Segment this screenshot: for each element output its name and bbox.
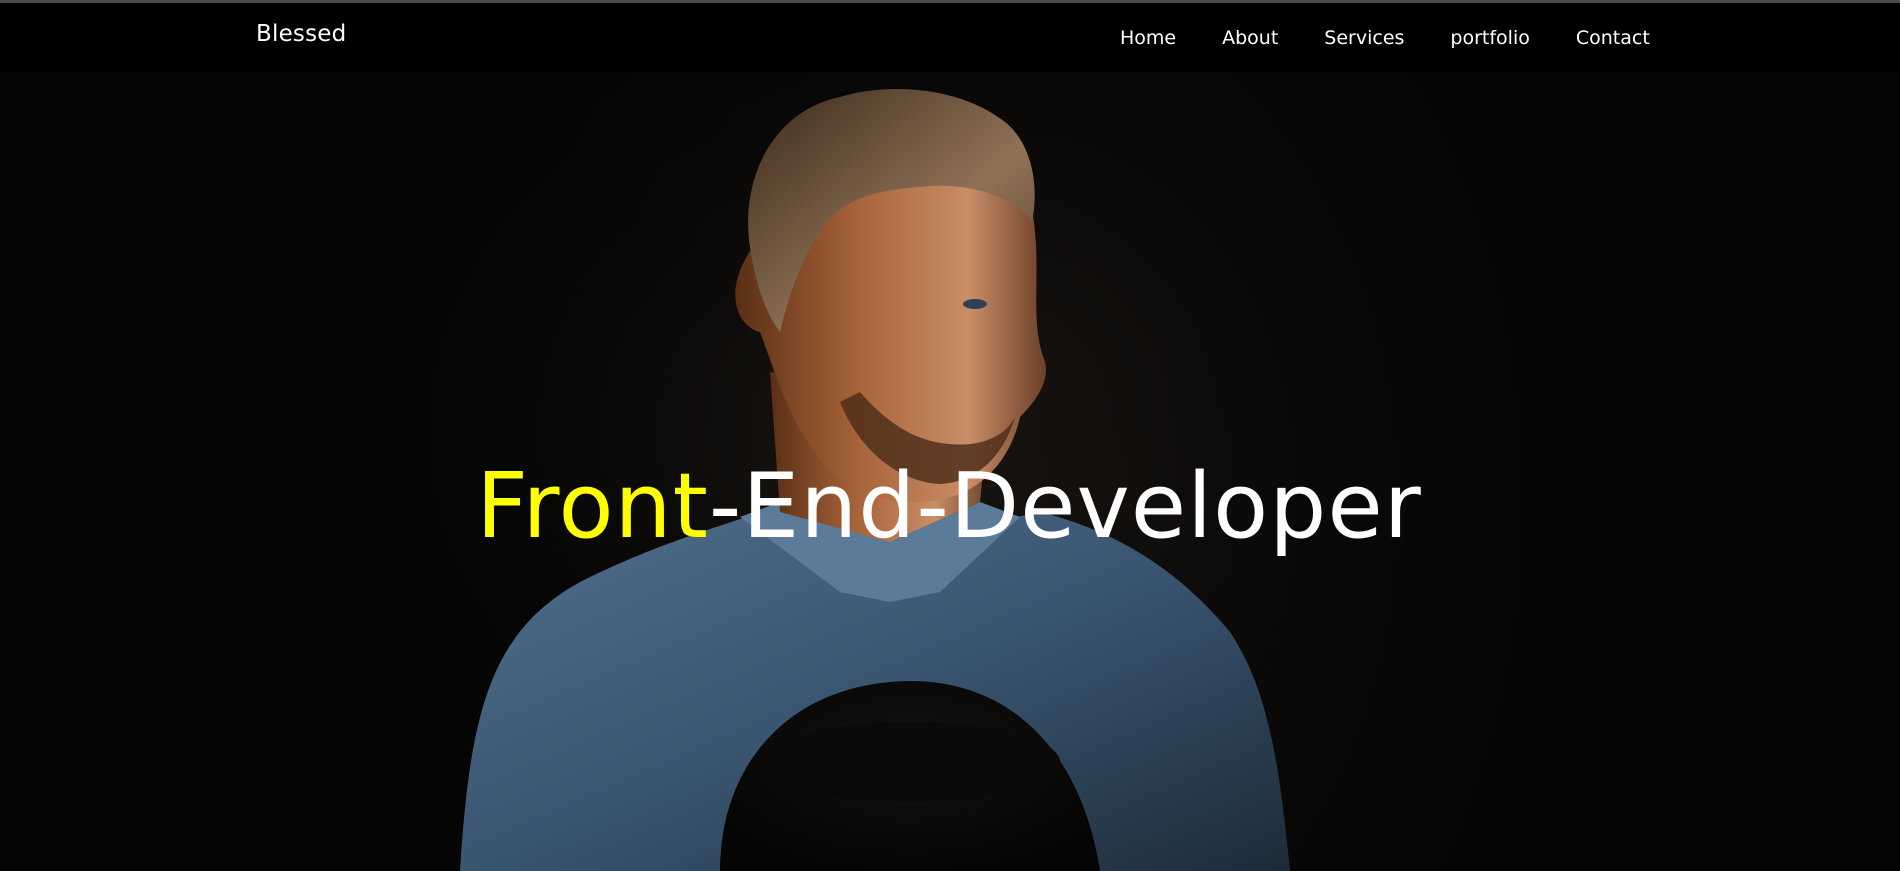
navbar: Blessed Home About Services portfolio Co…	[0, 3, 1900, 72]
hero-title-highlight: Front	[476, 454, 709, 559]
top-border	[0, 0, 1900, 3]
nav-menu: Home About Services portfolio Contact	[1120, 27, 1650, 49]
hero-section: Front-End-Developer	[0, 72, 1900, 871]
nav-link-portfolio[interactable]: portfolio	[1450, 27, 1529, 49]
nav-link-about[interactable]: About	[1222, 27, 1278, 49]
nav-link-services[interactable]: Services	[1324, 27, 1404, 49]
nav-link-home[interactable]: Home	[1120, 27, 1176, 49]
page: Blessed Home About Services portfolio Co…	[0, 0, 1900, 871]
brand-logo[interactable]: Blessed	[256, 21, 346, 47]
hero-title: Front-End-Developer	[0, 454, 1899, 559]
hero-title-rest: -End-Developer	[708, 454, 1422, 559]
nav-link-contact[interactable]: Contact	[1576, 27, 1650, 49]
